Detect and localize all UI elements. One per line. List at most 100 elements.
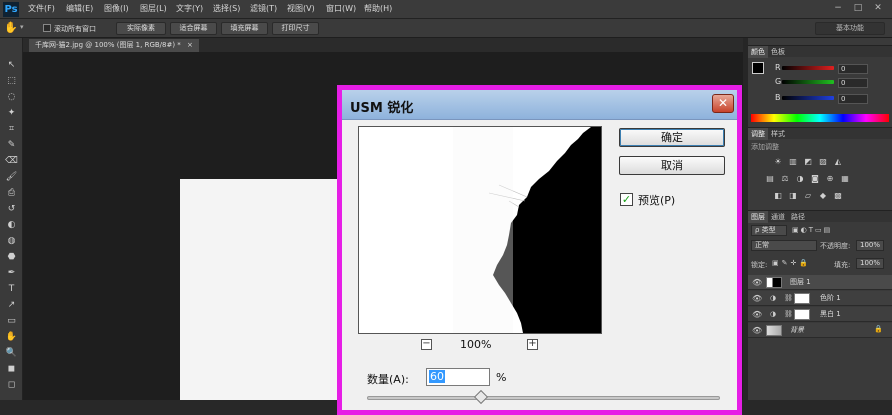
posterize-adj-icon[interactable]: ◨ <box>788 191 798 200</box>
channel-b-value[interactable]: 0 <box>838 94 868 104</box>
zoom-tool-icon[interactable]: 🔍 <box>4 346 19 360</box>
lock-icons[interactable]: ▣✎✛🔒 <box>772 259 811 267</box>
filter-preview-image[interactable] <box>358 126 602 334</box>
visibility-eye-icon[interactable]: 👁 <box>752 294 762 303</box>
menu-help[interactable]: 帮助(H) <box>364 3 392 14</box>
history-brush-icon[interactable]: ↺ <box>4 202 19 216</box>
channel-g-slider[interactable] <box>782 80 834 84</box>
dialog-title-bar[interactable]: USM 锐化 ✕ <box>342 90 737 120</box>
channel-b-slider[interactable] <box>782 96 834 100</box>
foreground-color-swatch[interactable] <box>752 62 764 74</box>
photo-filter-adj-icon[interactable]: ◙ <box>810 174 820 183</box>
color-balance-adj-icon[interactable]: ⚖ <box>780 174 790 183</box>
black-white-adj-icon[interactable]: ◑ <box>795 174 805 183</box>
preview-checkbox[interactable]: ✓ <box>620 193 633 206</box>
blur-tool-icon[interactable]: ◍ <box>4 234 19 248</box>
marquee-tool-icon[interactable]: ⬚ <box>4 74 19 88</box>
eyedropper-icon[interactable]: ✎ <box>4 138 19 152</box>
minimize-button[interactable]: − <box>831 3 845 14</box>
gradient-map-adj-icon[interactable]: ▩ <box>833 191 843 200</box>
channel-r-value[interactable]: 0 <box>838 64 868 74</box>
layer-filter-icons[interactable]: ▣◐T▭▤ <box>792 226 832 234</box>
eraser-heal-icon[interactable]: ⌫ <box>4 154 19 168</box>
layer-row[interactable]: 👁 ◑ ⛓ 黑白 1 <box>748 307 892 322</box>
tab-adjustments[interactable]: 调整 <box>748 128 768 140</box>
fit-screen-button[interactable]: 适合屏幕 <box>170 22 217 35</box>
menu-select[interactable]: 选择(S) <box>213 3 240 14</box>
move-tool-icon[interactable]: ↖ <box>4 58 19 72</box>
tab-swatches[interactable]: 色板 <box>768 46 788 58</box>
scroll-all-checkbox[interactable] <box>43 24 51 32</box>
tab-channels[interactable]: 通道 <box>768 211 788 223</box>
magic-wand-icon[interactable]: ✦ <box>4 106 19 120</box>
zoom-in-button[interactable]: + <box>527 339 538 350</box>
path-select-icon[interactable]: ↗ <box>4 298 19 312</box>
dialog-close-button[interactable]: ✕ <box>712 94 734 113</box>
ok-button[interactable]: 确定 <box>619 128 725 147</box>
visibility-eye-icon[interactable]: 👁 <box>752 310 762 319</box>
dodge-burn-icon[interactable]: ◐ <box>4 218 19 232</box>
document-canvas[interactable] <box>180 179 340 400</box>
amount-slider-thumb[interactable] <box>473 389 489 405</box>
brush-tool-icon[interactable]: 🖌 <box>4 170 19 184</box>
tab-styles[interactable]: 样式 <box>768 128 788 140</box>
hue-saturation-adj-icon[interactable]: ▤ <box>765 174 775 183</box>
hand-icon[interactable]: ✋ <box>4 21 18 34</box>
shape-tool-icon[interactable]: ▭ <box>4 314 19 328</box>
brightness-adj-icon[interactable]: ☀ <box>773 157 783 166</box>
pen-tool-icon[interactable]: ✒ <box>4 266 19 280</box>
layer-row[interactable]: 👁 背景 🔒 <box>748 323 892 338</box>
workspace-switcher[interactable]: 基本功能 <box>815 22 885 35</box>
fill-screen-button[interactable]: 填充屏幕 <box>221 22 268 35</box>
tab-color[interactable]: 颜色 <box>748 46 768 58</box>
opacity-input[interactable]: 100% <box>856 240 884 251</box>
layer-row[interactable]: 👁 图层 1 <box>748 275 892 290</box>
menu-edit[interactable]: 编辑(E) <box>66 3 93 14</box>
selective-color-adj-icon[interactable]: ◆ <box>818 191 828 200</box>
type-tool-icon[interactable]: T <box>4 282 19 296</box>
blend-mode-dropdown[interactable]: 正常 <box>751 240 817 251</box>
lasso-tool-icon[interactable]: ◌ <box>4 90 19 104</box>
fill-bucket-icon[interactable]: ⬣ <box>4 250 19 264</box>
document-tab-close[interactable]: × <box>187 41 193 49</box>
tab-paths[interactable]: 路径 <box>788 211 808 223</box>
zoom-out-button[interactable]: − <box>421 339 432 350</box>
menu-type[interactable]: 文字(Y) <box>176 3 203 14</box>
menu-image[interactable]: 图像(I) <box>104 3 129 14</box>
channel-r-slider[interactable] <box>782 66 834 70</box>
vibrance-adj-icon[interactable]: ◭ <box>833 157 843 166</box>
menu-file[interactable]: 文件(F) <box>28 3 55 14</box>
tab-layers[interactable]: 图层 <box>748 211 768 223</box>
maximize-button[interactable]: □ <box>851 3 865 14</box>
cancel-button[interactable]: 取消 <box>619 156 725 175</box>
visibility-eye-icon[interactable]: 👁 <box>752 326 762 335</box>
print-size-button[interactable]: 打印尺寸 <box>272 22 319 35</box>
hand-tool-icon[interactable]: ✋ <box>4 330 19 344</box>
layer-row[interactable]: 👁 ◑ ⛓ 色阶 1 <box>748 291 892 306</box>
levels-adj-icon[interactable]: ▥ <box>788 157 798 166</box>
threshold-adj-icon[interactable]: ▱ <box>803 191 813 200</box>
amount-slider-track[interactable] <box>367 396 720 400</box>
color-spectrum-bar[interactable] <box>751 114 889 122</box>
layer-filter-kind[interactable]: ρ 类型 <box>751 225 787 236</box>
crop-tool-icon[interactable]: ⌗ <box>4 122 19 136</box>
menu-layer[interactable]: 图层(L) <box>140 3 167 14</box>
color-lookup-adj-icon[interactable]: ▦ <box>840 174 850 183</box>
menu-view[interactable]: 视图(V) <box>287 3 315 14</box>
menu-window[interactable]: 窗口(W) <box>326 3 356 14</box>
amount-input[interactable]: 60 <box>426 368 490 386</box>
background-color-icon[interactable]: ◻ <box>4 378 19 392</box>
invert-adj-icon[interactable]: ◧ <box>773 191 783 200</box>
clone-stamp-icon[interactable]: ⎙ <box>4 186 19 200</box>
exposure-adj-icon[interactable]: ▨ <box>818 157 828 166</box>
channel-g-value[interactable]: 0 <box>838 78 868 88</box>
close-app-button[interactable]: ✕ <box>871 3 885 14</box>
document-tab[interactable]: 千库网-猫2.jpg @ 100% (图层 1, RGB/8#) * × <box>29 39 199 52</box>
tool-preset-dropdown[interactable]: ▾ <box>20 23 24 31</box>
actual-pixels-button[interactable]: 实际像素 <box>116 22 166 35</box>
curves-adj-icon[interactable]: ◩ <box>803 157 813 166</box>
fill-input[interactable]: 100% <box>856 258 884 269</box>
foreground-color-icon[interactable]: ◼ <box>4 362 19 376</box>
menu-filter[interactable]: 滤镜(T) <box>250 3 277 14</box>
channel-mixer-adj-icon[interactable]: ⊕ <box>825 174 835 183</box>
